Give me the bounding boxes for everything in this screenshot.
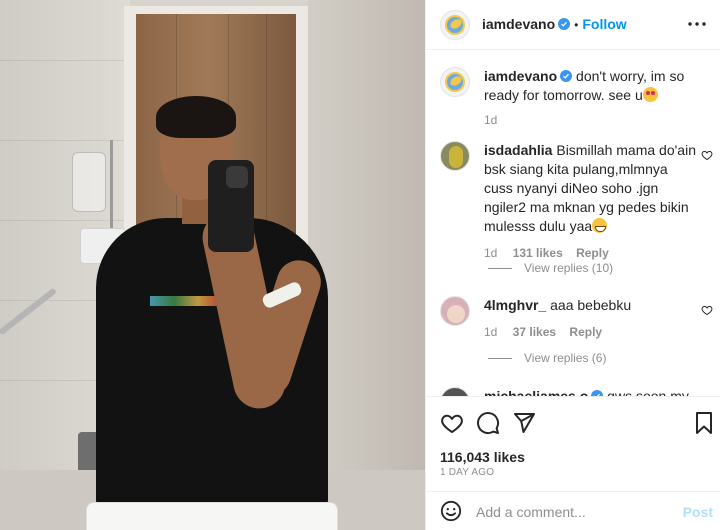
comment-time: 1d <box>484 325 498 339</box>
caption-time: 1d <box>484 113 498 127</box>
share-icon[interactable] <box>512 411 536 435</box>
comment-like-heart-icon[interactable] <box>701 304 713 316</box>
post-photo[interactable] <box>0 0 425 530</box>
caption: iamdevano don't worry, im so ready for t… <box>484 67 706 130</box>
grin-emoji-icon <box>592 218 608 233</box>
post-side-panel: iamdevano • Follow iamdevano don't worry, … <box>425 0 720 530</box>
verified-badge-icon <box>558 18 571 30</box>
header-username[interactable]: iamdevano <box>482 16 555 32</box>
comment-item: michaeljames.o gws soon my <box>484 387 696 396</box>
view-replies-button[interactable]: View replies (10) <box>488 261 613 275</box>
post-header: iamdevano • Follow <box>426 0 720 50</box>
reply-button[interactable]: Reply <box>576 246 609 260</box>
comments-list[interactable]: iamdevano don't worry, im so ready for t… <box>426 51 720 396</box>
post-button[interactable]: Post <box>683 504 713 520</box>
avatar[interactable] <box>440 10 470 40</box>
view-replies-button[interactable]: View replies (6) <box>488 351 606 365</box>
post-actions: 116,043 likes 1 DAY AGO <box>426 396 720 490</box>
verified-badge-icon <box>560 70 573 82</box>
comment-text: aaa bebebku <box>550 297 632 313</box>
comment-avatar[interactable] <box>440 141 470 171</box>
comment-text: gws soon my <box>607 388 689 396</box>
caption-avatar[interactable] <box>440 67 470 97</box>
post-timestamp: 1 DAY AGO <box>440 467 495 478</box>
comment-input[interactable] <box>476 501 676 523</box>
comment-item: 4lmghvr_ aaa bebebku 1d 37 likes Reply <box>484 296 696 342</box>
like-count[interactable]: 116,043 likes <box>440 449 525 465</box>
heart-eyes-emoji-icon <box>642 87 658 102</box>
comment-username[interactable]: michaeljames.o <box>484 388 588 396</box>
comment-item: isdadahlia Bismillah mama do'ain bsk sia… <box>484 141 696 263</box>
separator-dot: • <box>574 18 579 32</box>
comment-like-heart-icon[interactable] <box>701 149 713 161</box>
bookmark-icon[interactable] <box>692 411 716 435</box>
comment-username[interactable]: 4lmghvr_ <box>484 297 546 313</box>
reply-button[interactable]: Reply <box>569 325 602 339</box>
comment-icon[interactable] <box>476 411 500 435</box>
comment-time: 1d <box>484 246 498 260</box>
comment-avatar[interactable] <box>440 296 470 326</box>
follow-button[interactable]: Follow <box>582 16 626 32</box>
heart-icon[interactable] <box>440 411 464 435</box>
more-options-icon[interactable] <box>687 14 707 34</box>
add-comment-bar: Post <box>426 491 720 530</box>
comment-likes[interactable]: 37 likes <box>513 325 556 339</box>
comment-likes[interactable]: 131 likes <box>513 246 563 260</box>
instagram-post-modal: iamdevano • Follow iamdevano don't worry, … <box>0 0 720 530</box>
comment-username[interactable]: isdadahlia <box>484 142 552 158</box>
caption-username[interactable]: iamdevano <box>484 68 557 84</box>
comment-avatar[interactable] <box>440 387 470 396</box>
emoji-icon[interactable] <box>440 500 462 522</box>
